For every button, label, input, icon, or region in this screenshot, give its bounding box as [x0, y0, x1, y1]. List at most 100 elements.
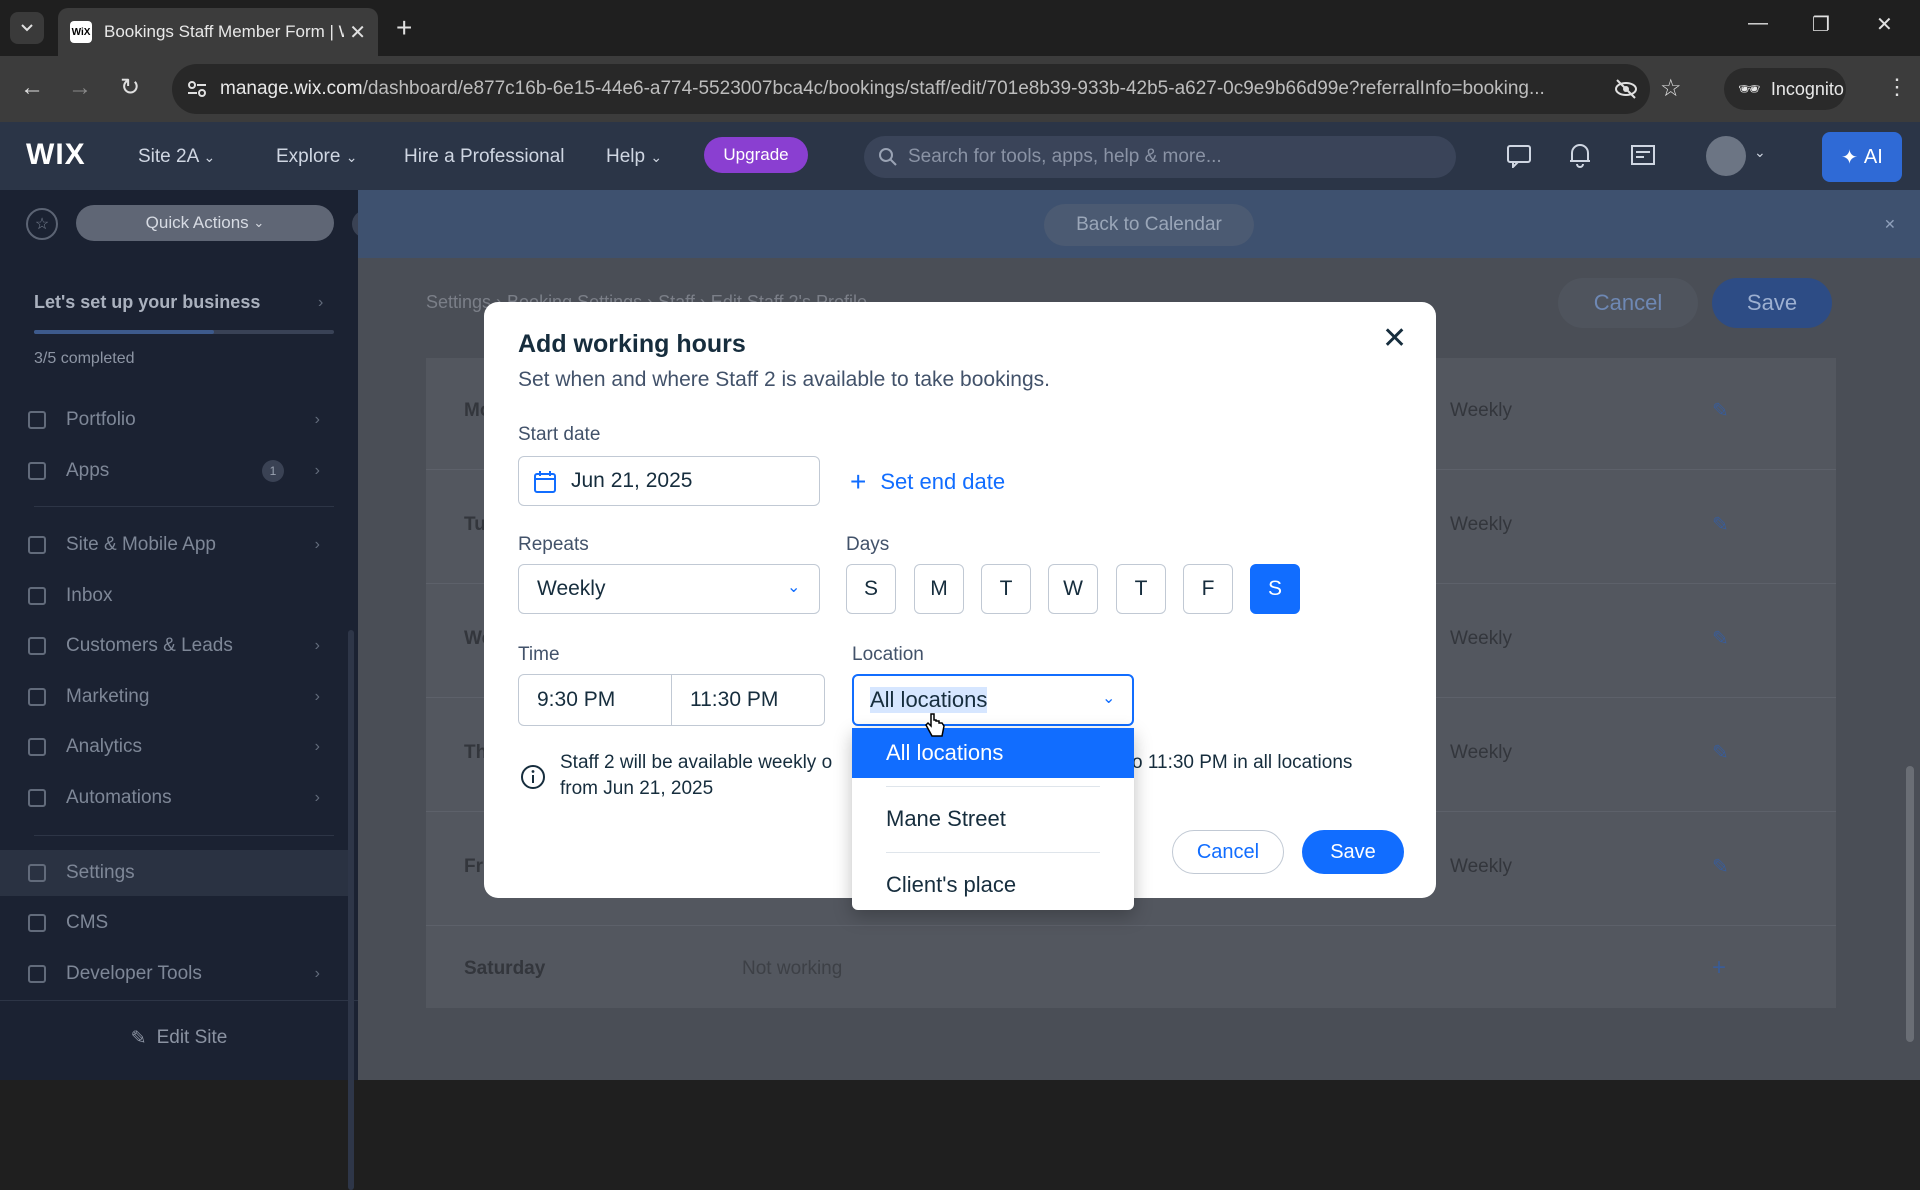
sidebar-item-analytics[interactable]: Analytics ›	[0, 724, 350, 770]
location-select[interactable]: All locations ⌄	[852, 674, 1134, 726]
pencil-icon[interactable]: ✎	[1712, 740, 1729, 765]
avatar[interactable]	[1706, 136, 1746, 176]
gear-icon	[28, 864, 46, 882]
bell-icon[interactable]	[1568, 142, 1592, 168]
sidebar: ☆ Quick Actions ⌄ ‹ Let's set up your bu…	[0, 190, 380, 1190]
site-selector[interactable]: Site 2A ⌄	[138, 146, 215, 168]
sidebar-item-settings[interactable]: Settings	[0, 850, 350, 896]
browser-toolbar: ← → ↻ manage.wix.com/dashboard/e877c16b-…	[0, 56, 1920, 122]
sidebar-item-site-mobile-app[interactable]: Site & Mobile App ›	[0, 522, 350, 568]
day-name: Saturday	[464, 958, 546, 979]
menu-icon[interactable]: ⋮	[1886, 74, 1908, 100]
sidebar-item-automations[interactable]: Automations ›	[0, 775, 350, 821]
chevron-down-icon: ⌄	[345, 149, 358, 165]
sidebar-item-marketing[interactable]: Marketing ›	[0, 674, 350, 720]
restore-icon[interactable]: ❐	[1812, 12, 1830, 37]
cancel-button[interactable]: Cancel	[1172, 830, 1284, 874]
location-value: All locations	[870, 687, 988, 713]
day-toggle-tuesday[interactable]: T	[981, 564, 1031, 614]
page-scrollbar[interactable]	[1906, 766, 1914, 1042]
pencil-icon[interactable]: ✎	[1712, 626, 1729, 651]
pencil-icon[interactable]: ✎	[1712, 398, 1729, 423]
divider	[0, 1000, 358, 1001]
start-date-field[interactable]: Jun 21, 2025	[518, 456, 820, 506]
sidebar-item-developer-tools[interactable]: Developer Tools ›	[0, 951, 350, 997]
star-icon[interactable]: ☆	[26, 208, 58, 240]
day-toggle-friday[interactable]: F	[1183, 564, 1233, 614]
marketing-icon	[28, 688, 46, 706]
location-option-mane-street[interactable]: Mane Street	[852, 794, 1134, 844]
chevron-down-icon[interactable]: ⌄	[1754, 144, 1766, 161]
plus-icon[interactable]: +	[1712, 954, 1726, 982]
setup-progress-text: 3/5 completed	[34, 350, 135, 367]
day-toggle-wednesday[interactable]: W	[1048, 564, 1098, 614]
back-icon[interactable]: ←	[20, 74, 44, 102]
address-bar[interactable]: manage.wix.com/dashboard/e877c16b-6e15-4…	[172, 64, 1650, 114]
repeats-label: Repeats	[518, 534, 589, 555]
site-app-icon	[28, 536, 46, 554]
chat-icon[interactable]	[1506, 144, 1532, 168]
end-time-field[interactable]: 11:30 PM	[671, 674, 825, 726]
sidebar-item-cms[interactable]: CMS	[0, 900, 350, 946]
cancel-button[interactable]: Cancel	[1558, 278, 1698, 328]
chevron-down-icon: ⌄	[253, 215, 265, 230]
quick-actions-button[interactable]: Quick Actions ⌄	[76, 205, 334, 241]
browser-tab[interactable]: WiX Bookings Staff Member Form | W ✕	[58, 8, 378, 56]
news-icon[interactable]	[1630, 144, 1656, 166]
sidebar-item-customers-leads[interactable]: Customers & Leads ›	[0, 623, 350, 669]
chevron-right-icon: ›	[314, 411, 320, 428]
save-button[interactable]: Save	[1712, 278, 1832, 328]
tab-list-icon[interactable]	[10, 12, 44, 44]
wix-logo[interactable]: WIX	[26, 138, 86, 172]
chevron-right-icon: ›	[314, 688, 320, 705]
code-icon	[28, 965, 46, 983]
time-label: Time	[518, 644, 560, 665]
start-time-field[interactable]: 9:30 PM	[518, 674, 672, 726]
eye-off-icon[interactable]	[1614, 78, 1638, 100]
minimize-icon[interactable]: —	[1748, 12, 1768, 35]
repeats-select[interactable]: Weekly ⌄	[518, 564, 820, 614]
location-option-clients-place[interactable]: Client's place	[852, 860, 1134, 910]
tab-title: Bookings Staff Member Form | W	[104, 22, 344, 41]
search-input[interactable]: Search for tools, apps, help & more...	[864, 136, 1456, 178]
reload-icon[interactable]: ↻	[120, 74, 140, 102]
location-option-all[interactable]: All locations	[852, 728, 1134, 778]
chevron-right-icon: ›	[314, 637, 320, 654]
day-toggle-sunday[interactable]: S	[846, 564, 896, 614]
forward-icon[interactable]: →	[68, 74, 92, 102]
nav-help[interactable]: Help ⌄	[606, 146, 662, 168]
chevron-down-icon: ⌄	[203, 149, 216, 165]
day-toggle-thursday[interactable]: T	[1116, 564, 1166, 614]
sidebar-scrollbar[interactable]	[348, 630, 354, 1190]
day-toggle-saturday[interactable]: S	[1250, 564, 1300, 614]
set-end-date-button[interactable]: + Set end date	[850, 466, 1005, 498]
calendar-banner: Back to Calendar ✕	[358, 190, 1920, 258]
close-window-icon[interactable]: ✕	[1876, 12, 1893, 37]
divider	[34, 835, 334, 836]
pencil-icon[interactable]: ✎	[1712, 854, 1729, 879]
sidebar-item-portfolio[interactable]: Portfolio ›	[0, 397, 350, 443]
incognito-badge[interactable]: 🕶 Incognito	[1724, 68, 1846, 110]
plus-icon[interactable]: +	[396, 12, 412, 44]
table-row: Saturday Not working +	[426, 928, 1836, 1040]
day-toggle-monday[interactable]: M	[914, 564, 964, 614]
nav-hire-professional[interactable]: Hire a Professional	[404, 146, 565, 168]
close-icon[interactable]: ✕	[1884, 216, 1896, 233]
wix-favicon-icon: WiX	[70, 21, 92, 43]
save-button[interactable]: Save	[1302, 830, 1404, 874]
sidebar-item-apps[interactable]: Apps 1 ›	[0, 448, 350, 494]
sidebar-item-inbox[interactable]: Inbox	[0, 573, 350, 619]
close-icon[interactable]: ✕	[349, 20, 366, 45]
back-to-calendar-button[interactable]: Back to Calendar	[1044, 204, 1254, 246]
days-label: Days	[846, 534, 890, 555]
site-info-icon[interactable]	[186, 78, 208, 100]
ai-button[interactable]: ✦ AI	[1822, 132, 1902, 182]
setup-title[interactable]: Let's set up your business	[34, 292, 260, 313]
close-icon[interactable]: ✕	[1382, 324, 1407, 354]
upgrade-button[interactable]: Upgrade	[704, 137, 808, 173]
nav-explore[interactable]: Explore ⌄	[276, 146, 357, 168]
star-icon[interactable]: ☆	[1660, 74, 1682, 103]
pencil-icon[interactable]: ✎	[1712, 512, 1729, 537]
edit-site-button[interactable]: ✎ Edit Site	[0, 1018, 358, 1058]
chevron-right-icon: ›	[314, 965, 320, 982]
